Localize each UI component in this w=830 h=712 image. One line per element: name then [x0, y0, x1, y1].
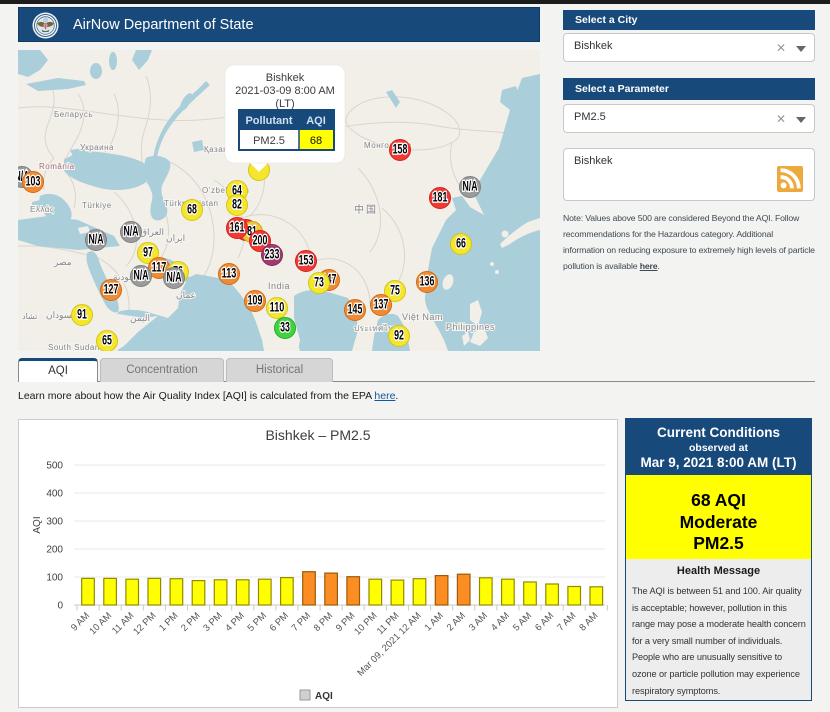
svg-text:233: 233 [265, 247, 280, 262]
svg-text:Pollutant: Pollutant [245, 115, 292, 127]
svg-text:N/A: N/A [134, 268, 149, 283]
svg-text:91: 91 [77, 307, 87, 322]
svg-text:33: 33 [280, 320, 290, 335]
svg-text:Việt Nam: Việt Nam [402, 312, 443, 322]
svg-text:اليمن: اليمن [130, 313, 150, 324]
svg-text:تشاد: تشاد [22, 312, 37, 321]
svg-text:PM2.5: PM2.5 [253, 135, 285, 147]
svg-text:2 AM: 2 AM [445, 610, 468, 633]
svg-text:100: 100 [46, 573, 63, 584]
svg-text:103: 103 [26, 174, 41, 189]
svg-text:117: 117 [152, 260, 167, 275]
svg-text:2021-03-09 8:00 AM: 2021-03-09 8:00 AM [235, 85, 335, 97]
svg-text:AQI: AQI [306, 115, 326, 127]
svg-text:136: 136 [420, 274, 435, 289]
svg-text:N/A: N/A [167, 270, 182, 285]
svg-text:România: România [39, 162, 75, 171]
svg-text:500: 500 [46, 461, 63, 472]
svg-text:158: 158 [393, 142, 408, 157]
svg-text:109: 109 [248, 293, 263, 308]
svg-text:161: 161 [230, 220, 245, 235]
svg-text:N/A: N/A [463, 179, 478, 194]
svg-text:العراق: العراق [140, 227, 164, 238]
svg-text:12 PM: 12 PM [131, 610, 158, 637]
svg-text:South Sudan: South Sudan [48, 343, 100, 351]
svg-text:8 PM: 8 PM [312, 610, 336, 634]
svg-text:200: 200 [46, 545, 63, 556]
svg-text:200: 200 [253, 233, 268, 248]
svg-text:10 PM: 10 PM [352, 610, 379, 637]
svg-text:82: 82 [232, 197, 242, 212]
svg-text:92: 92 [394, 328, 404, 343]
svg-text:4 AM: 4 AM [489, 610, 512, 633]
svg-text:65: 65 [102, 333, 112, 348]
svg-text:10 AM: 10 AM [87, 610, 114, 637]
svg-text:Bishkek: Bishkek [266, 72, 305, 84]
svg-text:Беларусь: Беларусь [54, 110, 93, 119]
svg-text:3 PM: 3 PM [201, 610, 225, 634]
svg-text:153: 153 [299, 253, 314, 268]
svg-text:6 AM: 6 AM [533, 610, 556, 633]
svg-text:Bishkek – PM2.5: Bishkek – PM2.5 [265, 427, 370, 443]
svg-text:137: 137 [374, 297, 389, 312]
svg-text:مصر: مصر [53, 257, 72, 268]
svg-text:AQI: AQI [32, 516, 43, 533]
svg-text:Ελλάς: Ελλάς [30, 205, 54, 214]
svg-text:中国: 中国 [354, 203, 378, 216]
svg-text:113: 113 [222, 266, 237, 281]
svg-text:Philippines: Philippines [446, 322, 495, 332]
svg-text:68: 68 [310, 135, 322, 147]
svg-text:Türkiye: Türkiye [82, 201, 112, 210]
svg-text:3 AM: 3 AM [467, 610, 490, 633]
svg-text:73: 73 [314, 275, 324, 290]
svg-text:97: 97 [143, 245, 153, 260]
svg-text:66: 66 [456, 236, 466, 251]
svg-text:300: 300 [46, 517, 63, 528]
svg-text:4 PM: 4 PM [223, 610, 247, 634]
svg-text:1 AM: 1 AM [423, 610, 446, 633]
svg-text:N/A: N/A [124, 224, 139, 239]
svg-text:(LT): (LT) [275, 98, 294, 110]
svg-text:400: 400 [46, 489, 63, 500]
svg-text:181: 181 [433, 190, 448, 205]
svg-text:127: 127 [104, 282, 119, 297]
svg-text:Украина: Украина [80, 143, 114, 152]
svg-text:N/A: N/A [89, 232, 104, 247]
svg-text:2 PM: 2 PM [179, 610, 203, 634]
svg-text:6 PM: 6 PM [268, 610, 292, 634]
svg-text:68: 68 [187, 202, 197, 217]
svg-text:5 AM: 5 AM [511, 610, 534, 633]
svg-text:5 PM: 5 PM [245, 610, 269, 634]
svg-text:7 AM: 7 AM [555, 610, 578, 633]
svg-text:0: 0 [57, 601, 63, 612]
svg-text:AQI: AQI [315, 691, 333, 702]
svg-text:عمان: عمان [176, 290, 196, 300]
svg-text:India: India [268, 281, 290, 291]
svg-text:11 AM: 11 AM [110, 610, 136, 636]
svg-text:7 PM: 7 PM [290, 610, 314, 634]
svg-text:145: 145 [348, 302, 363, 317]
svg-text:110: 110 [270, 300, 285, 315]
svg-text:75: 75 [390, 283, 400, 298]
svg-text:8 AM: 8 AM [577, 610, 600, 633]
svg-text:1 PM: 1 PM [157, 610, 181, 634]
svg-text:ايران: ايران [166, 233, 185, 244]
